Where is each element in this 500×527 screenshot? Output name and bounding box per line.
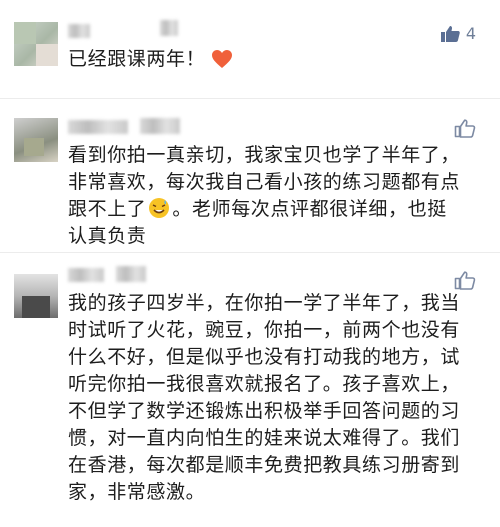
username[interactable] xyxy=(116,266,146,282)
comment-line: 非常喜欢，每次我自己看小孩的练习题都有点 xyxy=(68,171,461,193)
username[interactable] xyxy=(68,268,104,282)
avatar[interactable] xyxy=(14,118,58,162)
like-button[interactable] xyxy=(454,270,476,290)
comment-line: 时试听了火花，豌豆，你拍一，前两个也没有 xyxy=(68,319,461,341)
sweat-smile-emoji xyxy=(149,198,170,218)
comment-line: 什么不好，但是似乎也没有打动我的地方，试 xyxy=(68,346,461,368)
divider xyxy=(0,98,500,99)
comment-line: 认真负责 xyxy=(68,225,147,247)
thumbs-up-icon xyxy=(440,25,460,42)
divider xyxy=(0,252,500,253)
thumbs-up-icon xyxy=(454,119,476,138)
like-count: 4 xyxy=(465,24,476,43)
avatar[interactable] xyxy=(14,274,58,318)
like-button[interactable] xyxy=(454,118,476,138)
comment-text: 看到你拍一真亲切，我家宝贝也学了半年了， 非常喜欢，每次我自己看小孩的练习题都有… xyxy=(68,142,486,250)
username[interactable] xyxy=(68,120,128,134)
comment-line: 不但学了数学还锻炼出积极举手回答问题的习 xyxy=(68,400,461,422)
comment-text: 我的孩子四岁半，在你拍一学了半年了，我当 时试听了火花，豌豆，你拍一，前两个也没… xyxy=(68,290,486,506)
avatar[interactable] xyxy=(14,22,58,66)
comment-line: 听完你拍一我很喜欢就报名了。孩子喜欢上， xyxy=(68,373,461,395)
comment-line: 家，非常感激。 xyxy=(68,481,206,503)
username[interactable] xyxy=(160,20,178,36)
comment-text: 已经跟课两年！ xyxy=(68,46,486,73)
comment-3: 我的孩子四岁半，在你拍一学了半年了，我当 时试听了火花，豌豆，你拍一，前两个也没… xyxy=(0,254,500,527)
thumbs-up-icon xyxy=(454,271,476,290)
username[interactable] xyxy=(68,24,90,38)
like-button[interactable]: 4 xyxy=(440,24,476,43)
username[interactable] xyxy=(140,118,180,134)
comment-line: 跟不上了 。老师每次点评都很详细，也挺 xyxy=(68,198,447,220)
comment-line: 在香港，每次都是顺丰免费把教具练习册寄到 xyxy=(68,454,461,476)
comment-line: 看到你拍一真亲切，我家宝贝也学了半年了， xyxy=(68,144,461,166)
comment-line: 惯，对一直内向怕生的娃来说太难得了。我们 xyxy=(68,427,461,449)
comment-1: 4 已经跟课两年！ xyxy=(0,0,500,96)
comment-2: 看到你拍一真亲切，我家宝贝也学了半年了， 非常喜欢，每次我自己看小孩的练习题都有… xyxy=(0,100,500,250)
comment-line: 已经跟课两年！ xyxy=(68,46,486,73)
comment-line: 我的孩子四岁半，在你拍一学了半年了，我当 xyxy=(68,292,461,314)
heart-emoji xyxy=(212,50,233,68)
